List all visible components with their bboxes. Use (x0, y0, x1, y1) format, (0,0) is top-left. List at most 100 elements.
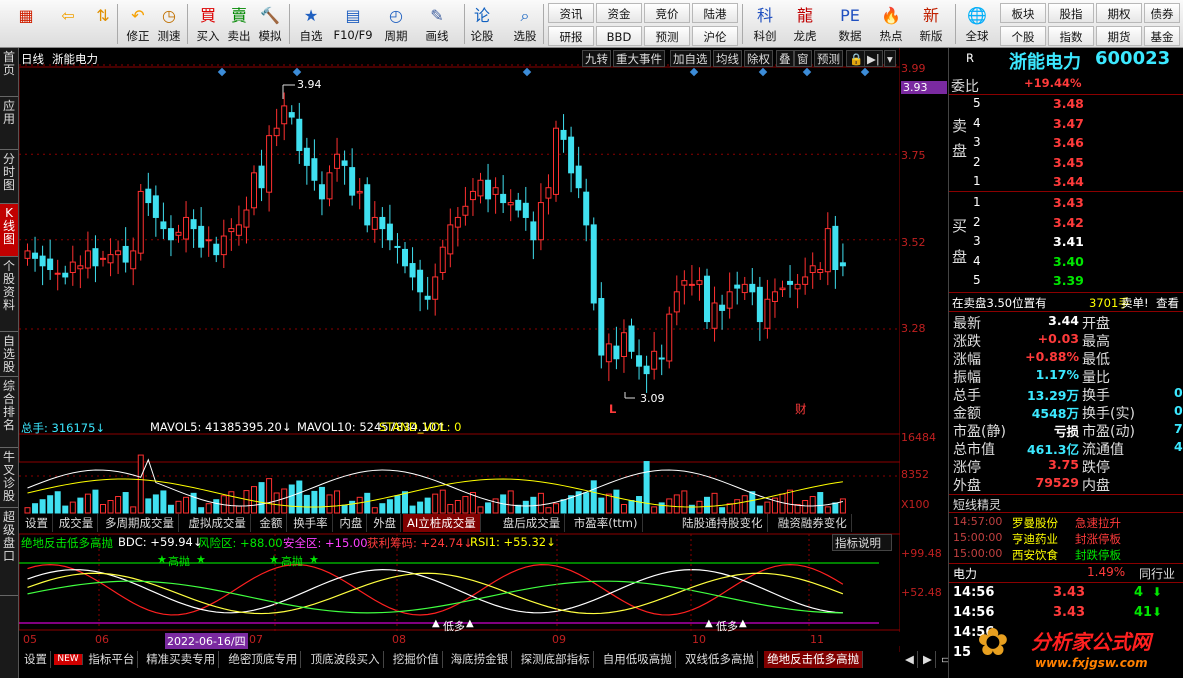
bottom-tab-1[interactable]: NEW (54, 654, 83, 665)
toolbar-btn-12[interactable]: 龍龙虎 (788, 2, 822, 46)
toolbar-grid-btn[interactable]: 竞价 (644, 3, 690, 23)
left-tab-1[interactable]: 应用 (0, 97, 18, 150)
toolbar-btn-9[interactable]: 论论股 (465, 2, 499, 46)
bottom-tab-7[interactable]: 海底捞金银 (448, 651, 513, 668)
bottom-tab-8[interactable]: 探测底部指标 (518, 651, 594, 668)
toolbar-btn-2[interactable]: 買买入 (191, 2, 225, 46)
chart-tag-btn-3[interactable]: 均线 (713, 50, 742, 67)
indicator-tab-4[interactable]: 金额 (255, 514, 288, 532)
left-tab-5[interactable]: 自选股 (0, 332, 18, 377)
indicator-tab-7[interactable]: 外盘 (369, 514, 402, 532)
left-tab-0[interactable]: 首页 (0, 48, 18, 97)
kline-chart[interactable] (19, 48, 900, 652)
home-grid-button[interactable]: ▦ (8, 2, 44, 46)
toolbar-btn-6[interactable]: ▤ F10/F9 (332, 2, 374, 46)
bottom-tab-11[interactable]: 绝地反击低多高抛 (764, 651, 864, 668)
left-tab-7[interactable]: 牛叉诊股 (0, 448, 18, 508)
toolbar-rgrid-btn[interactable]: 期权 (1096, 3, 1142, 23)
bottom-tab-3[interactable]: 精准买卖专用 (143, 651, 220, 668)
toolbar-grid-btn[interactable]: 资讯 (548, 3, 594, 23)
toolbar-grid-btn[interactable]: 沪伦 (692, 26, 738, 46)
indicator-tab-2[interactable]: 多周期成交量 (101, 514, 179, 532)
big-order-check-link[interactable]: 查看 (1156, 295, 1179, 311)
toolbar-btn-15[interactable]: 新新版 (914, 2, 948, 46)
chart-tag-btn-7[interactable]: 预测 (814, 50, 843, 67)
indicator-tab-0[interactable]: 设置 (21, 514, 53, 532)
chart-tag-btn-5[interactable]: 叠 (776, 50, 794, 67)
up-down-button[interactable]: ⇅ (92, 2, 114, 46)
event-marker[interactable] (689, 67, 699, 77)
bottom-tab-6[interactable]: 挖掘价值 (390, 651, 443, 668)
indicator-tab-10[interactable]: 市盈率(ttm) (570, 514, 643, 532)
toolbar-rgrid-btn[interactable]: 个股 (1000, 26, 1046, 46)
bottom-tab-2[interactable]: 指标平台 (85, 651, 139, 668)
event-marker[interactable] (217, 67, 227, 77)
toolbar-grid-btn[interactable]: BBD (596, 26, 642, 46)
toolbar-btn-10[interactable]: ⌕ 选股 (508, 2, 542, 46)
back-button[interactable]: ⇦ (50, 2, 86, 46)
news-stock[interactable]: 亨迪药业 (1012, 531, 1058, 547)
toolbar-label: 论股 (470, 29, 494, 43)
left-tab-4[interactable]: 个股资料 (0, 257, 18, 332)
scroll-right-icon[interactable]: ▶ (920, 651, 936, 668)
chart-tag-btn-1[interactable]: 重大事件 (613, 50, 665, 67)
toolbar-rgrid-btn[interactable]: 板块 (1000, 3, 1046, 23)
toolbar-btn-14[interactable]: 🔥 热点 (874, 2, 908, 46)
toolbar-btn-0[interactable]: ↶ 修正 (121, 2, 155, 46)
bottom-tab-0[interactable]: 设置 (21, 651, 51, 668)
toolbar-rgrid-btn[interactable]: 债券 (1144, 3, 1180, 23)
volume-bar (583, 492, 590, 514)
toolbar-rgrid-btn[interactable]: 股指 (1048, 3, 1094, 23)
dropdown-icon[interactable]: ▾ (884, 50, 896, 67)
event-marker[interactable] (860, 67, 870, 77)
toolbar-rgrid-btn[interactable]: 基金 (1144, 26, 1180, 46)
chart-tag-btn-0[interactable]: 九转 (582, 50, 611, 67)
chart-tag-btn-4[interactable]: 除权 (744, 50, 773, 67)
toolbar-grid-btn[interactable]: 资金 (596, 3, 642, 23)
chart-area[interactable] (19, 48, 900, 652)
event-marker[interactable] (522, 67, 532, 77)
chart-tag-btn-6[interactable]: 窗 (794, 50, 812, 67)
indicator-tab-6[interactable]: 内盘 (335, 514, 368, 532)
toolbar-btn-8[interactable]: ✎ 画线 (420, 2, 454, 46)
left-tab-6[interactable]: 综合排名 (0, 377, 18, 448)
bottom-tab-4[interactable]: 绝密顶底专用 (225, 651, 302, 668)
bottom-tab-9[interactable]: 自用低吸高抛 (600, 651, 676, 668)
toolbar-btn-5[interactable]: ★ 自选 (294, 2, 328, 46)
left-tab-3[interactable]: K线图 (0, 204, 18, 257)
toolbar-btn-16[interactable]: 🌐 全球 (960, 2, 994, 46)
scroll-left-icon[interactable]: ◀ (902, 651, 918, 668)
news-stock[interactable]: 西安饮食 (1012, 547, 1058, 563)
news-stock[interactable]: 罗曼股份 (1012, 515, 1058, 531)
toolbar-grid-btn[interactable]: 陆港 (692, 3, 738, 23)
indicator-tab-1[interactable]: 成交量 (55, 514, 99, 532)
indicator-tab-11[interactable]: 陆股通持股变化 (678, 514, 768, 532)
event-marker[interactable] (802, 67, 812, 77)
indicator-help-button[interactable]: 指标说明 (832, 534, 892, 551)
toolbar-btn-7[interactable]: ◴ 周期 (379, 2, 413, 46)
toolbar-btn-13[interactable]: PE 数据 (833, 2, 867, 46)
toolbar-btn-4[interactable]: 🔨 模拟 (253, 2, 287, 46)
indicator-tab-8[interactable]: AI立桩成交量 (403, 514, 481, 532)
bottom-tab-5[interactable]: 顶底波段买入 (308, 651, 384, 668)
toolbar-rgrid-btn[interactable]: 期货 (1096, 26, 1142, 46)
indicator-tab-9[interactable]: 盘后成交量 (499, 514, 566, 532)
indicator-tab-12[interactable]: 融资融券变化 (774, 514, 852, 532)
bottom-tab-10[interactable]: 双线低多高抛 (682, 651, 758, 668)
expand-icon[interactable]: ▶| (864, 50, 883, 67)
chart-tag-btn-2[interactable]: 加自选 (670, 50, 711, 67)
indicator-tab-5[interactable]: 换手率 (289, 514, 333, 532)
toolbar-grid-btn[interactable]: 预测 (644, 26, 690, 46)
toolbar-btn-11[interactable]: 科科创 (748, 2, 782, 46)
toolbar-rgrid-btn[interactable]: 指数 (1048, 26, 1094, 46)
indicator-tab-3[interactable]: 虚拟成交量 (184, 514, 251, 532)
event-marker[interactable] (292, 67, 302, 77)
toolbar-grid-btn[interactable]: 研报 (548, 26, 594, 46)
left-tab-2[interactable]: 分时图 (0, 150, 18, 204)
left-tab-8[interactable]: 超级盘口 (0, 508, 18, 596)
event-marker[interactable] (758, 67, 768, 77)
period-label[interactable]: 日线 (21, 51, 44, 67)
toolbar-btn-3[interactable]: 賣卖出 (222, 2, 256, 46)
candle (130, 250, 137, 270)
toolbar-btn-1[interactable]: ◷ 测速 (152, 2, 186, 46)
